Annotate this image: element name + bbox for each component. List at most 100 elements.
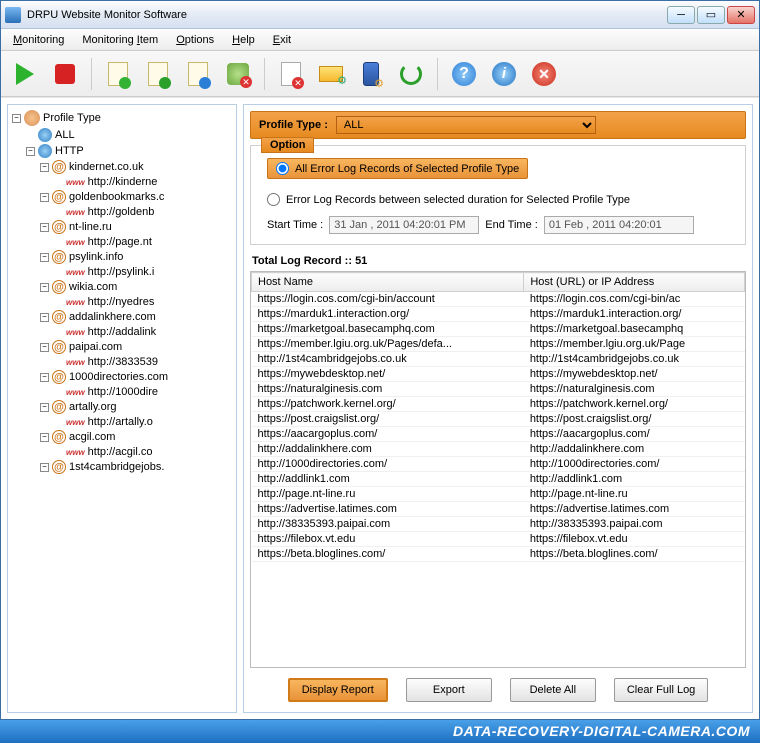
collapse-icon[interactable]: −: [12, 114, 21, 123]
table-row[interactable]: https://post.craigslist.org/https://post…: [252, 412, 745, 427]
menu-options[interactable]: Options: [168, 32, 222, 48]
table-row[interactable]: https://beta.bloglines.com/https://beta.…: [252, 547, 745, 562]
menu-monitoring-item[interactable]: Monitoring Item: [74, 32, 166, 48]
play-button[interactable]: [7, 56, 43, 92]
start-time-input[interactable]: [329, 216, 479, 234]
tree-host[interactable]: −@artally.org: [40, 399, 234, 415]
mail-settings-button[interactable]: [313, 56, 349, 92]
radio-all-errors-label: All Error Log Records of Selected Profil…: [295, 163, 519, 175]
table-row[interactable]: https://login.cos.com/cgi-bin/accounthtt…: [252, 292, 745, 307]
tree-host[interactable]: −@goldenbookmarks.c: [40, 189, 234, 205]
profile-type-select[interactable]: ALL: [336, 116, 596, 134]
tree-host[interactable]: −@paipai.com: [40, 339, 234, 355]
radio-duration[interactable]: Error Log Records between selected durat…: [267, 193, 735, 206]
minimize-button[interactable]: ─: [667, 6, 695, 24]
refresh-button[interactable]: [393, 56, 429, 92]
end-time-input[interactable]: [544, 216, 694, 234]
table-row[interactable]: https://naturalginesis.comhttps://natura…: [252, 382, 745, 397]
table-row[interactable]: https://filebox.vt.eduhttps://filebox.vt…: [252, 532, 745, 547]
collapse-icon[interactable]: −: [40, 223, 49, 232]
radio-all-errors[interactable]: All Error Log Records of Selected Profil…: [267, 158, 528, 179]
table-row[interactable]: https://marduk1.interaction.org/https://…: [252, 307, 745, 322]
sms-settings-button[interactable]: [353, 56, 389, 92]
tree-url[interactable]: wwwhttp://page.nt: [54, 235, 234, 249]
delete-button[interactable]: [220, 56, 256, 92]
tree-url[interactable]: wwwhttp://1000dire: [54, 385, 234, 399]
collapse-icon[interactable]: −: [40, 283, 49, 292]
tree-all[interactable]: ALL: [26, 127, 234, 143]
refresh-icon: [400, 63, 422, 85]
stop-button[interactable]: [47, 56, 83, 92]
tree-url-label: http://goldenb: [88, 206, 155, 218]
collapse-icon[interactable]: −: [40, 463, 49, 472]
collapse-icon[interactable]: −: [40, 193, 49, 202]
tree-url[interactable]: wwwhttp://3833539: [54, 355, 234, 369]
content-area: −Profile Type ALL −HTTP −@kindernet.co.u…: [1, 97, 759, 719]
collapse-icon[interactable]: −: [40, 163, 49, 172]
tree-url[interactable]: wwwhttp://kinderne: [54, 175, 234, 189]
tree-host[interactable]: −@1000directories.com: [40, 369, 234, 385]
menu-exit[interactable]: Exit: [265, 32, 299, 48]
radio-duration-input[interactable]: [267, 193, 280, 206]
radio-all-errors-input[interactable]: [276, 162, 289, 175]
table-row[interactable]: https://member.lgiu.org.uk/Pages/defa...…: [252, 337, 745, 352]
tree-host[interactable]: −@psylink.info: [40, 249, 234, 265]
tree-http[interactable]: −HTTP: [26, 143, 234, 159]
tree-host[interactable]: −@nt-line.ru: [40, 219, 234, 235]
tree-host[interactable]: −@1st4cambridgejobs.: [40, 459, 234, 475]
tree-url[interactable]: wwwhttp://psylink.i: [54, 265, 234, 279]
table-row[interactable]: https://aacargoplus.com/https://aacargop…: [252, 427, 745, 442]
at-icon: @: [52, 310, 66, 324]
maximize-button[interactable]: ▭: [697, 6, 725, 24]
col-host-url[interactable]: Host (URL) or IP Address: [524, 273, 745, 292]
log-button[interactable]: [273, 56, 309, 92]
tree-url-label: http://1000dire: [88, 386, 158, 398]
table-row[interactable]: https://patchwork.kernel.org/https://pat…: [252, 397, 745, 412]
table-row[interactable]: http://1st4cambridgejobs.co.ukhttp://1st…: [252, 352, 745, 367]
table-row[interactable]: http://addalinkhere.comhttp://addalinkhe…: [252, 442, 745, 457]
menu-help[interactable]: Help: [224, 32, 263, 48]
collapse-icon[interactable]: −: [40, 403, 49, 412]
tree-url[interactable]: wwwhttp://addalink: [54, 325, 234, 339]
clear-full-log-button[interactable]: Clear Full Log: [614, 678, 708, 702]
tree-host[interactable]: −@addalinkhere.com: [40, 309, 234, 325]
export-button[interactable]: Export: [406, 678, 492, 702]
tree-host[interactable]: −@wikia.com: [40, 279, 234, 295]
tree-host[interactable]: −@kindernet.co.uk: [40, 159, 234, 175]
table-row[interactable]: https://advertise.latimes.comhttps://adv…: [252, 502, 745, 517]
collapse-icon[interactable]: −: [40, 343, 49, 352]
table-row[interactable]: http://1000directories.com/http://1000di…: [252, 457, 745, 472]
cell-url: https://beta.bloglines.com/: [524, 547, 745, 562]
table-row[interactable]: http://page.nt-line.ruhttp://page.nt-lin…: [252, 487, 745, 502]
collapse-icon[interactable]: −: [26, 147, 35, 156]
collapse-icon[interactable]: −: [40, 433, 49, 442]
help-button[interactable]: ?: [446, 56, 482, 92]
exit-button[interactable]: ✕: [526, 56, 562, 92]
titlebar[interactable]: DRPU Website Monitor Software ─ ▭ ✕: [1, 1, 759, 29]
collapse-icon[interactable]: −: [40, 253, 49, 262]
about-button[interactable]: i: [486, 56, 522, 92]
table-row[interactable]: https://marketgoal.basecamphq.comhttps:/…: [252, 322, 745, 337]
tree-url[interactable]: wwwhttp://artally.o: [54, 415, 234, 429]
log-table-wrap[interactable]: Host Name Host (URL) or IP Address https…: [250, 271, 746, 668]
table-row[interactable]: http://38335393.paipai.comhttp://3833539…: [252, 517, 745, 532]
tree-url-label: http://3833539: [88, 356, 158, 368]
collapse-icon[interactable]: −: [40, 313, 49, 322]
tree-host[interactable]: −@acgil.com: [40, 429, 234, 445]
tree-url[interactable]: wwwhttp://acgil.co: [54, 445, 234, 459]
tree-root[interactable]: −Profile Type: [12, 109, 234, 127]
display-report-button[interactable]: Display Report: [288, 678, 388, 702]
edit-button[interactable]: [180, 56, 216, 92]
add-item-button[interactable]: [140, 56, 176, 92]
tree-url[interactable]: wwwhttp://nyedres: [54, 295, 234, 309]
add-profile-button[interactable]: [100, 56, 136, 92]
close-button[interactable]: ✕: [727, 6, 755, 24]
table-row[interactable]: https://mywebdesktop.net/https://mywebde…: [252, 367, 745, 382]
collapse-icon[interactable]: −: [40, 373, 49, 382]
tree-panel[interactable]: −Profile Type ALL −HTTP −@kindernet.co.u…: [7, 104, 237, 713]
col-host-name[interactable]: Host Name: [252, 273, 524, 292]
table-row[interactable]: http://addlink1.comhttp://addlink1.com: [252, 472, 745, 487]
delete-all-button[interactable]: Delete All: [510, 678, 596, 702]
tree-url[interactable]: wwwhttp://goldenb: [54, 205, 234, 219]
menu-monitoring[interactable]: Monitoring: [5, 32, 72, 48]
